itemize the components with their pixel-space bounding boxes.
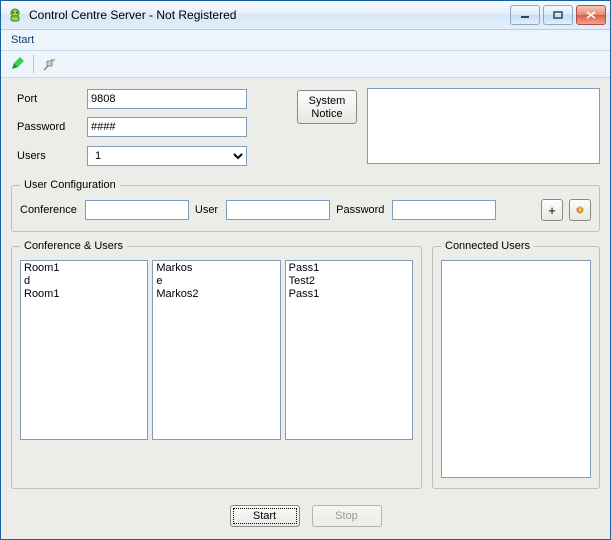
toolbar-separator — [33, 55, 34, 73]
users-listbox[interactable]: MarkoseMarkos2 — [152, 260, 280, 440]
pen-icon[interactable] — [7, 54, 27, 74]
user-input[interactable] — [226, 200, 330, 220]
users-label: Users — [17, 150, 77, 162]
system-notice-button[interactable]: System Notice — [297, 90, 357, 124]
conference-input[interactable] — [85, 200, 189, 220]
minimize-button[interactable] — [510, 5, 540, 25]
menu-start[interactable]: Start — [5, 32, 40, 48]
app-icon — [7, 7, 23, 23]
password-input[interactable] — [87, 117, 247, 137]
unplug-icon[interactable] — [40, 54, 60, 74]
uc-password-input[interactable] — [392, 200, 496, 220]
close-button[interactable] — [576, 5, 606, 25]
user-configuration-fieldset: User Configuration Conference User Passw… — [11, 179, 600, 232]
menubar: Start — [1, 30, 610, 51]
list-item[interactable]: Markos2 — [154, 288, 278, 301]
start-button[interactable]: Start — [230, 505, 300, 527]
conference-label: Conference — [20, 204, 77, 216]
password-label: Password — [17, 121, 77, 133]
list-item[interactable]: Test2 — [287, 275, 411, 288]
port-label: Port — [17, 93, 77, 105]
connected-users-legend: Connected Users — [441, 240, 534, 252]
conference-and-users-fieldset: Conference & Users Room1dRoom1 MarkoseMa… — [11, 240, 422, 489]
window-title: Control Centre Server - Not Registered — [29, 8, 510, 22]
system-notice-line2: Notice — [311, 108, 342, 120]
stop-button: Stop — [312, 505, 382, 527]
passwords-listbox[interactable]: Pass1Test2Pass1 — [285, 260, 413, 440]
users-select[interactable]: 1 — [87, 146, 247, 166]
toolbar — [1, 51, 610, 78]
plus-icon: + — [548, 203, 556, 218]
system-notice-textarea[interactable] — [367, 88, 600, 164]
system-notice-line1: System — [309, 95, 346, 107]
application-window: Control Centre Server - Not Registered S… — [0, 0, 611, 540]
list-item[interactable]: Room1 — [22, 262, 146, 275]
user-label: User — [195, 204, 218, 216]
conference-and-users-legend: Conference & Users — [20, 240, 127, 252]
connected-users-fieldset: Connected Users — [432, 240, 600, 489]
conferences-listbox[interactable]: Room1dRoom1 — [20, 260, 148, 440]
list-item[interactable]: d — [22, 275, 146, 288]
maximize-button[interactable] — [543, 5, 573, 25]
client-area: Port Password Users 1 System Notice User… — [1, 78, 610, 539]
list-item[interactable]: Room1 — [22, 288, 146, 301]
list-item[interactable]: Pass1 — [287, 288, 411, 301]
refresh-button[interactable] — [569, 199, 591, 221]
list-item[interactable]: Markos — [154, 262, 278, 275]
add-user-button[interactable]: + — [541, 199, 563, 221]
list-item[interactable]: e — [154, 275, 278, 288]
connected-users-listbox[interactable] — [441, 260, 591, 478]
port-input[interactable] — [87, 89, 247, 109]
titlebar[interactable]: Control Centre Server - Not Registered — [1, 1, 610, 30]
uc-password-label: Password — [336, 204, 384, 216]
list-item[interactable]: Pass1 — [287, 262, 411, 275]
user-configuration-legend: User Configuration — [20, 179, 120, 191]
settings-form: Port Password Users 1 — [17, 88, 247, 167]
refresh-icon — [576, 203, 584, 217]
